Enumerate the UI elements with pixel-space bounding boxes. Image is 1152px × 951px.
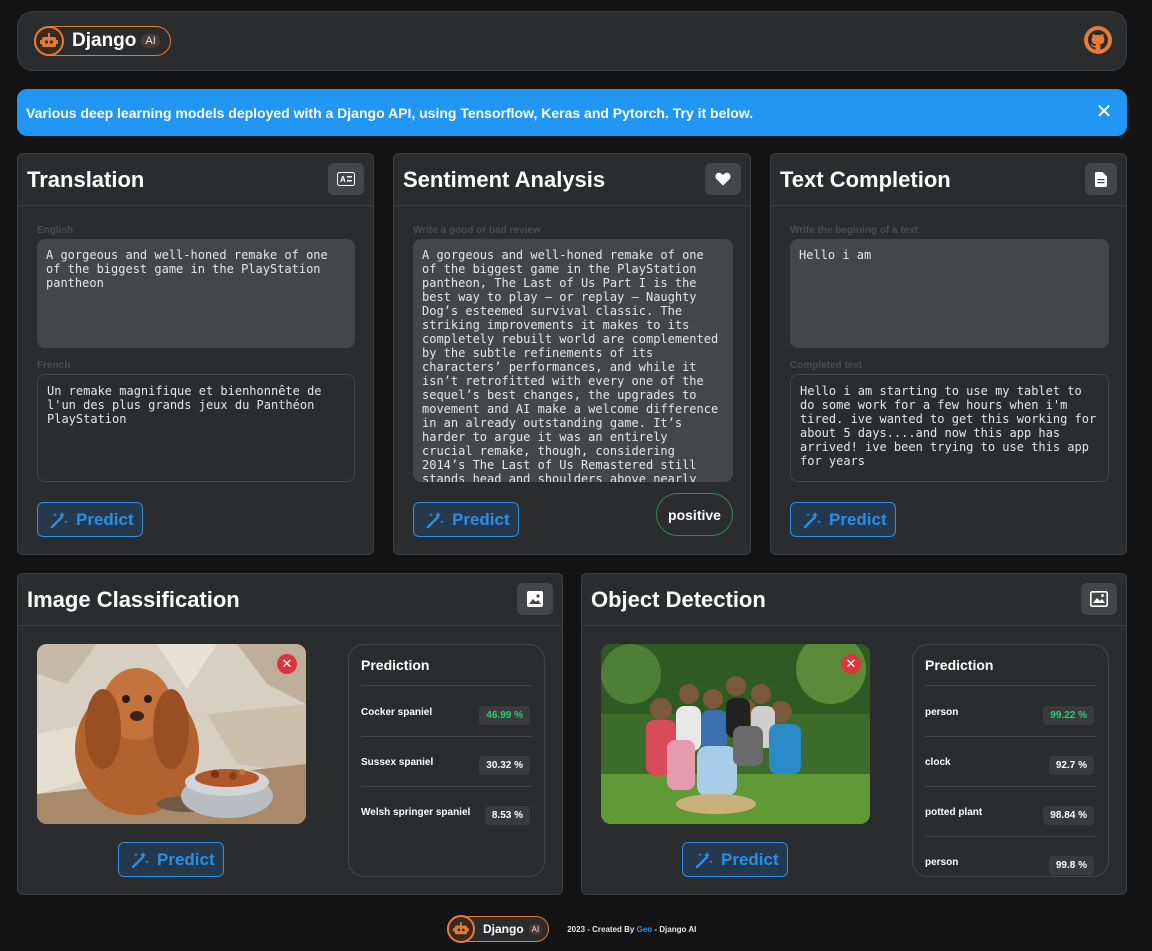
- language-card-icon: A: [328, 163, 364, 195]
- group-photo-image: [601, 644, 870, 824]
- sentiment-result-badge: positive: [656, 493, 733, 536]
- card-header: Image Classification: [18, 574, 562, 626]
- completed-text-output[interactable]: Hello i am starting to use my tablet to …: [790, 374, 1109, 482]
- predict-button[interactable]: Predict: [790, 502, 896, 537]
- prediction-score: 30.32 %: [479, 756, 530, 775]
- card-header: Text Completion: [771, 154, 1126, 206]
- prediction-label: person: [925, 857, 959, 868]
- card-title: Sentiment Analysis: [403, 167, 606, 192]
- prediction-panel: Prediction Cocker spaniel 46.99 % Sussex…: [348, 644, 545, 877]
- robot-icon: [447, 915, 475, 943]
- divider: [361, 685, 532, 686]
- input-label: Write the begining of a text: [790, 225, 919, 236]
- prediction-panel[interactable]: Prediction person 99.22 % clock 92.7 % p…: [912, 644, 1109, 877]
- prediction-row: Sussex spaniel 30.32 %: [361, 737, 532, 787]
- completion-card: Text Completion Write the begining of a …: [770, 153, 1127, 555]
- predict-label: Predict: [157, 849, 215, 869]
- brand-name: Django: [72, 30, 137, 51]
- prediction-label: potted plant: [925, 807, 983, 818]
- translation-card: Translation A English A gorgeous and wel…: [17, 153, 374, 555]
- french-output[interactable]: Un remake magnifique et bienhonnête de l…: [37, 374, 355, 482]
- prediction-row: clock 92.7 %: [925, 737, 1096, 787]
- brand-logo[interactable]: Django AI: [34, 26, 171, 56]
- card-header: Translation A: [18, 154, 373, 206]
- prediction-row: person 99.22 %: [925, 687, 1096, 737]
- prediction-score: 46.99 %: [479, 706, 530, 725]
- magic-wand-icon: [426, 511, 444, 528]
- card-title: Object Detection: [591, 587, 766, 612]
- predict-button[interactable]: Predict: [37, 502, 143, 537]
- footer: Django AI 2023 - Created By Geo - Django…: [447, 915, 696, 943]
- sentiment-card: Sentiment Analysis Write a good or bad r…: [393, 153, 751, 555]
- close-icon[interactable]: ✕: [1093, 101, 1115, 123]
- prediction-score: 99.22 %: [1043, 706, 1094, 725]
- prediction-title: Prediction: [925, 657, 994, 673]
- divider: [925, 685, 1096, 686]
- prediction-row: potted plant 98.84 %: [925, 787, 1096, 837]
- author-link[interactable]: Geo: [637, 925, 653, 934]
- github-icon[interactable]: [1084, 26, 1112, 54]
- robot-icon: [34, 26, 64, 56]
- footer-credit: 2023 - Created By Geo - Django AI: [567, 925, 696, 934]
- card-header: Object Detection: [582, 574, 1126, 626]
- alert-message: Various deep learning models deployed wi…: [26, 104, 754, 121]
- prediction-score: 99.8 %: [1048, 856, 1094, 875]
- info-alert: Various deep learning models deployed wi…: [17, 89, 1127, 136]
- magic-wand-icon: [50, 511, 68, 528]
- navbar: Django AI: [17, 11, 1127, 71]
- prediction-label: Sussex spaniel: [361, 757, 434, 768]
- footer-brand-badge: AI: [528, 923, 543, 935]
- input-label: English: [37, 225, 74, 236]
- predict-label: Predict: [829, 509, 887, 529]
- output-label: French: [37, 360, 71, 371]
- svg-text:A: A: [340, 175, 346, 184]
- remove-image-icon[interactable]: ✕: [841, 654, 861, 674]
- credit-suffix: - Django AI: [652, 924, 697, 934]
- prediction-label: Welsh springer spaniel: [361, 807, 471, 818]
- magic-wand-icon: [803, 511, 821, 528]
- review-input[interactable]: A gorgeous and well-honed remake of one …: [413, 239, 733, 482]
- prediction-score: 92.7 %: [1048, 756, 1094, 775]
- card-header: Sentiment Analysis: [394, 154, 750, 206]
- predict-label: Predict: [76, 509, 134, 529]
- prediction-title: Prediction: [361, 657, 430, 673]
- predict-label: Predict: [452, 509, 510, 529]
- prediction-row: Welsh springer spaniel 8.53 %: [361, 787, 532, 837]
- output-label: Completed text: [790, 360, 863, 371]
- prediction-row: Cocker spaniel 46.99 %: [361, 687, 532, 737]
- image-icon: [517, 583, 553, 615]
- detection-card: Object Detection ✕ Predict Prediction pe…: [581, 573, 1127, 895]
- prediction-label: Cocker spaniel: [361, 707, 433, 718]
- predict-button[interactable]: Predict: [682, 842, 788, 877]
- remove-image-icon[interactable]: ✕: [277, 654, 297, 674]
- english-input[interactable]: A gorgeous and well-honed remake of one …: [37, 239, 355, 348]
- prediction-row: person 99.8 %: [925, 837, 1096, 876]
- prediction-label: person: [925, 707, 959, 718]
- card-title: Translation: [27, 167, 145, 192]
- card-title: Image Classification: [27, 587, 240, 612]
- classification-card: Image Classification ✕ Predict Predictio…: [17, 573, 563, 895]
- footer-brand-name: Django: [483, 922, 524, 936]
- input-label: Write a good or bad review: [413, 225, 541, 236]
- footer-brand-logo[interactable]: Django AI: [447, 915, 550, 943]
- document-icon: [1085, 163, 1117, 195]
- magic-wand-icon: [695, 851, 713, 868]
- predict-button[interactable]: Predict: [413, 502, 519, 537]
- prediction-label: clock: [925, 757, 951, 768]
- predict-label: Predict: [721, 849, 779, 869]
- text-start-input[interactable]: Hello i am: [790, 239, 1109, 348]
- image-search-icon: [1081, 583, 1117, 615]
- predict-button[interactable]: Predict: [118, 842, 224, 877]
- card-title: Text Completion: [780, 167, 951, 192]
- brand-badge: AI: [141, 34, 160, 48]
- magic-wand-icon: [131, 851, 149, 868]
- prediction-score: 98.84 %: [1043, 806, 1094, 825]
- prediction-score: 8.53 %: [484, 806, 530, 825]
- credit-prefix: 2023 - Created By: [567, 924, 637, 934]
- heart-icon: [705, 163, 741, 195]
- dog-image: [37, 644, 306, 824]
